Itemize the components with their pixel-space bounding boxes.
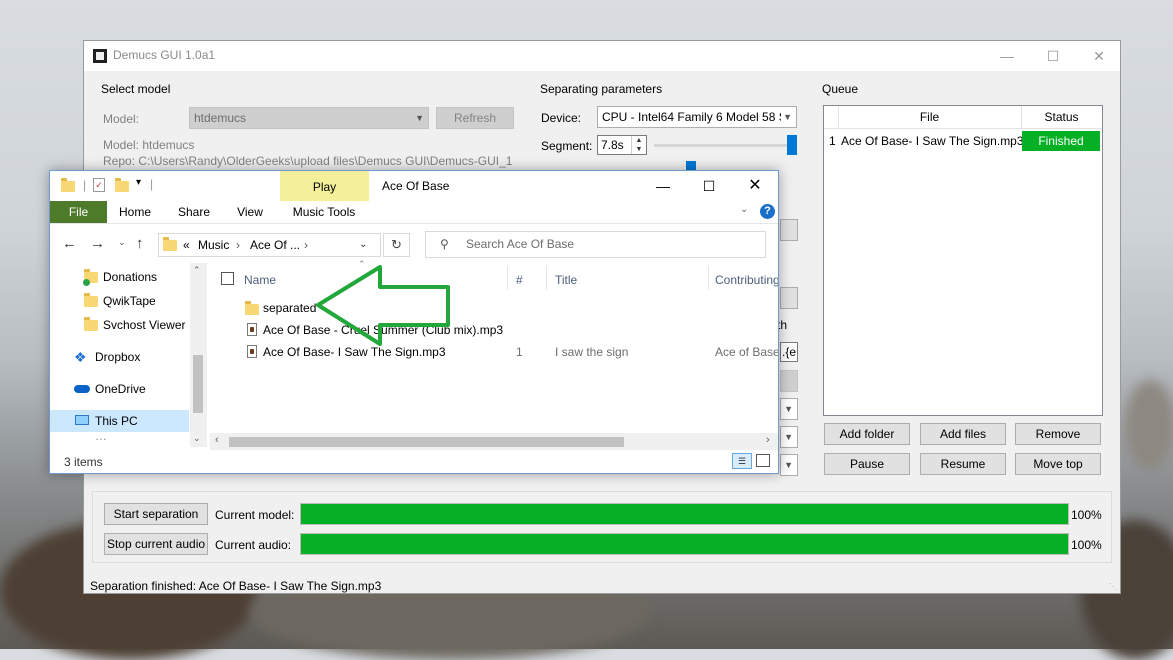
annotation-arrow bbox=[316, 265, 450, 346]
annotation-arrow-shape bbox=[316, 265, 450, 346]
